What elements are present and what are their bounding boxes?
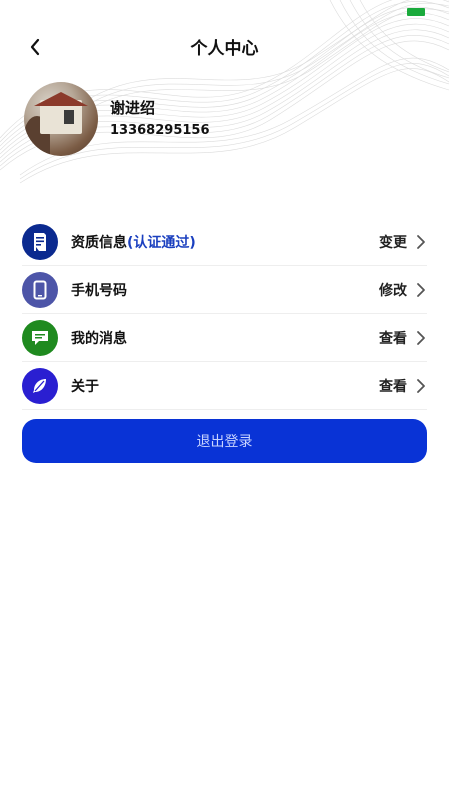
page-title: 个人中心	[190, 39, 259, 59]
modify-action[interactable]: 修改	[379, 280, 407, 300]
menu-label-qualification: 资质信息	[71, 234, 127, 251]
chevron-right-icon	[415, 378, 427, 394]
battery-icon	[407, 8, 425, 16]
menu-label-about: 关于	[71, 378, 99, 395]
user-phone: 13368295156	[110, 123, 210, 138]
view-about-action[interactable]: 查看	[379, 376, 407, 396]
profile-section: 谢进绍 13368295156	[24, 82, 210, 156]
logout-button[interactable]: 退出登录	[22, 419, 427, 463]
view-messages-action[interactable]: 查看	[379, 328, 407, 348]
menu-item-phone[interactable]: 手机号码 修改	[22, 266, 427, 314]
document-icon	[22, 223, 58, 260]
tablet-icon	[22, 271, 58, 308]
menu-label-phone: 手机号码	[71, 282, 127, 299]
chevron-right-icon	[415, 234, 427, 250]
certification-status: (认证通过)	[127, 234, 196, 251]
menu-item-messages[interactable]: 我的消息 查看	[22, 314, 427, 362]
chevron-right-icon	[415, 282, 427, 298]
menu-list: 资质信息(认证通过) 变更 手机号码 修改 我的消息 查看 关于 查看	[22, 218, 427, 410]
menu-item-qualification[interactable]: 资质信息(认证通过) 变更	[22, 218, 427, 266]
change-action[interactable]: 变更	[379, 232, 407, 252]
menu-label-messages: 我的消息	[71, 330, 127, 347]
chevron-right-icon	[415, 330, 427, 346]
feather-icon	[22, 367, 58, 404]
header: 个人中心	[0, 28, 449, 64]
avatar[interactable]	[24, 82, 98, 156]
message-icon	[22, 319, 58, 356]
menu-item-about[interactable]: 关于 查看	[22, 362, 427, 410]
user-name: 谢进绍	[110, 99, 156, 117]
